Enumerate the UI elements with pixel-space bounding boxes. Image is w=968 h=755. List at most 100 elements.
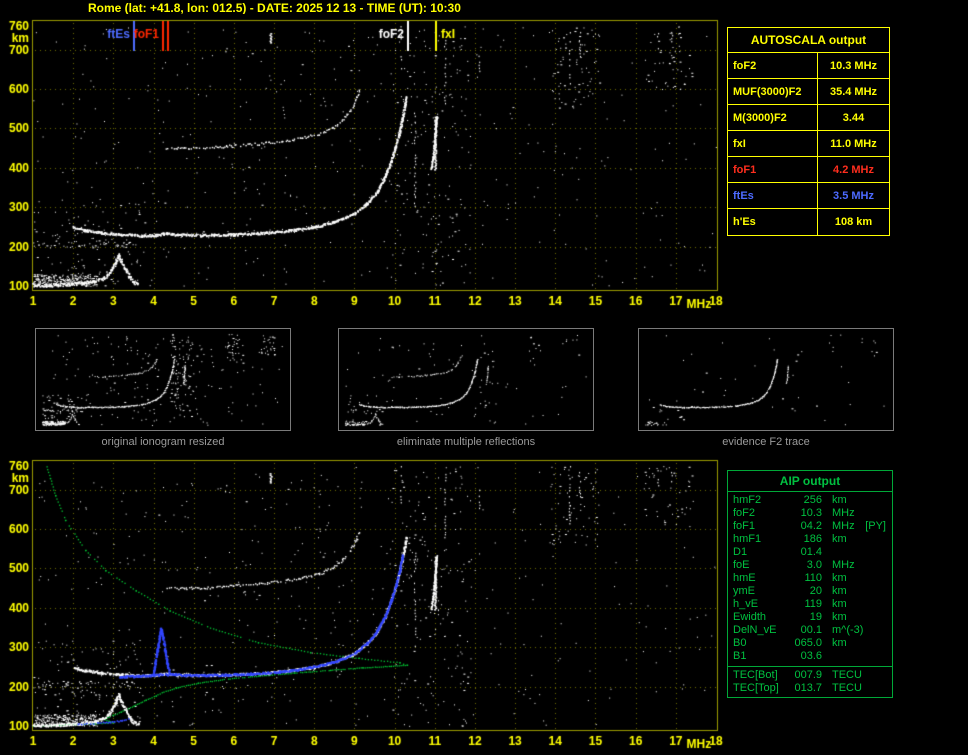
autoscala-row-fxi: fxI 11.0 MHz [728, 131, 889, 157]
aip-value: 10.3 [800, 507, 822, 519]
aip-value: 119 [804, 598, 822, 610]
thumbnail-original-ionogram [35, 328, 291, 431]
aip-name: foF1 [733, 520, 756, 532]
autoscala-output-table: AUTOSCALA output foF2 10.3 MHz MUF(3000)… [727, 27, 890, 236]
aip-row-tec-bot: TEC[Bot] 007.9 TECU [728, 666, 892, 682]
aip-extra: [PY] [865, 520, 886, 532]
aip-row-b1: B1 03.6 [728, 650, 892, 663]
aip-unit: km [832, 494, 847, 506]
aip-value: 186 [803, 533, 822, 545]
aip-extra [865, 559, 887, 572]
aip-extra [865, 624, 887, 637]
aip-row-yme: ymE 20 km [728, 585, 892, 598]
thumbnail-f2-trace-evidence [638, 328, 894, 431]
autoscala-label: ftEs [728, 183, 818, 208]
aip-name: h_vE [733, 598, 759, 610]
aip-name: hmE [733, 572, 756, 584]
aip-value: 04.2 [800, 520, 822, 532]
top-ionogram-plot [0, 14, 724, 314]
aip-value: 013.7 [794, 682, 822, 694]
aip-extra [865, 650, 887, 663]
aip-row-ewidth: Ewidth 19 km [728, 611, 892, 624]
aip-name: Ewidth [733, 611, 767, 623]
autoscala-label: MUF(3000)F2 [728, 79, 818, 104]
autoscala-value: 10.3 MHz [829, 59, 878, 72]
aip-unit: km [832, 637, 847, 649]
aip-unit: MHz [832, 520, 855, 532]
aip-value: 00.1 [800, 624, 822, 636]
aip-unit: km [832, 598, 847, 610]
aip-unit: km [832, 611, 847, 623]
aip-extra [865, 533, 887, 546]
aip-extra [865, 585, 887, 598]
autoscala-value: 108 km [834, 216, 873, 228]
aip-name: ymE [733, 585, 755, 597]
aip-name: hmF1 [733, 533, 762, 545]
aip-row-b0: B0 065.0 km [728, 637, 892, 650]
aip-extra [865, 598, 887, 611]
aip-name: B1 [733, 650, 747, 662]
autoscala-window: { "header": { "title": "Rome (lat: +41.8… [0, 0, 968, 755]
aip-value: 20 [809, 585, 822, 597]
autoscala-label: M(3000)F2 [728, 105, 818, 130]
aip-value: 01.4 [800, 546, 822, 558]
aip-row-hmf2: hmF2 256 km [728, 494, 892, 507]
aip-unit: m^(-3) [832, 624, 864, 636]
aip-name: TEC[Bot] [733, 669, 778, 681]
aip-row-d1: D1 01.4 [728, 546, 892, 559]
aip-name: foF2 [733, 507, 756, 519]
aip-value: 256 [803, 494, 822, 506]
aip-row-fof2: foF2 10.3 MHz [728, 507, 892, 520]
aip-extra [865, 669, 887, 682]
aip-value: 03.6 [800, 650, 822, 662]
autoscala-row-fof2: foF2 10.3 MHz [728, 53, 889, 79]
aip-name: D1 [733, 546, 748, 558]
aip-extra [865, 637, 887, 650]
aip-output-table: AIP output hmF2 256 km foF2 10.3 MHz foF… [727, 470, 893, 698]
thumbnail-caption: eliminate multiple reflections [396, 436, 536, 448]
aip-value: 110 [804, 572, 822, 584]
aip-row-hmf1: hmF1 186 km [728, 533, 892, 546]
thumbnail-multiple-reflections-removed [338, 328, 594, 431]
aip-value: 007.9 [794, 669, 822, 681]
aip-extra [865, 546, 887, 559]
autoscala-label: foF1 [728, 157, 818, 182]
aip-row-hme: hmE 110 km [728, 572, 892, 585]
autoscala-label: foF2 [728, 53, 818, 78]
aip-extra [865, 682, 887, 695]
aip-name: DelN_vE [733, 624, 777, 636]
aip-name: TEC[Top] [733, 682, 779, 694]
aip-row-hve: h_vE 119 km [728, 598, 892, 611]
aip-row-delnve: DelN_vE 00.1 m^(-3) [728, 624, 892, 637]
aip-row-foe: foE 3.0 MHz [728, 559, 892, 572]
aip-value: 19 [809, 611, 822, 623]
autoscala-table-title: AUTOSCALA output [728, 28, 889, 53]
aip-unit: km [832, 572, 847, 584]
aip-row-tec-top: TEC[Top] 013.7 TECU [728, 682, 892, 695]
autoscala-value: 35.4 MHz [829, 85, 878, 98]
autoscala-row-hes: h'Es 108 km [728, 209, 889, 235]
autoscala-label: h'Es [728, 209, 818, 235]
aip-unit: TECU [832, 682, 862, 694]
aip-value: 065.0 [794, 637, 822, 649]
autoscala-value: 11.0 MHz [830, 137, 877, 150]
aip-table-title: AIP output [728, 471, 892, 492]
aip-value: 3.0 [806, 559, 822, 571]
aip-unit: km [832, 533, 847, 545]
autoscala-row-m3000f2: M(3000)F2 3.44 [728, 105, 889, 131]
page-title: Rome (lat: +41.8, lon: 012.5) - DATE: 20… [88, 1, 461, 15]
aip-unit: TECU [832, 669, 862, 681]
aip-extra [865, 611, 887, 624]
autoscala-value: 3.5 MHz [833, 189, 874, 202]
autoscala-row-ftes: ftEs 3.5 MHz [728, 183, 889, 209]
aip-unit [825, 650, 865, 663]
thumbnail-caption: evidence F2 trace [722, 436, 810, 448]
aip-unit [825, 546, 865, 559]
thumbnail-caption: original ionogram resized [101, 436, 225, 448]
aip-row-fof1: foF1 04.2 MHz [PY] [728, 520, 892, 533]
autoscala-value: 4.2 MHz [833, 163, 874, 176]
aip-extra [865, 494, 887, 507]
aip-name: foE [733, 559, 750, 571]
aip-extra [865, 507, 887, 520]
aip-unit: km [832, 585, 847, 597]
